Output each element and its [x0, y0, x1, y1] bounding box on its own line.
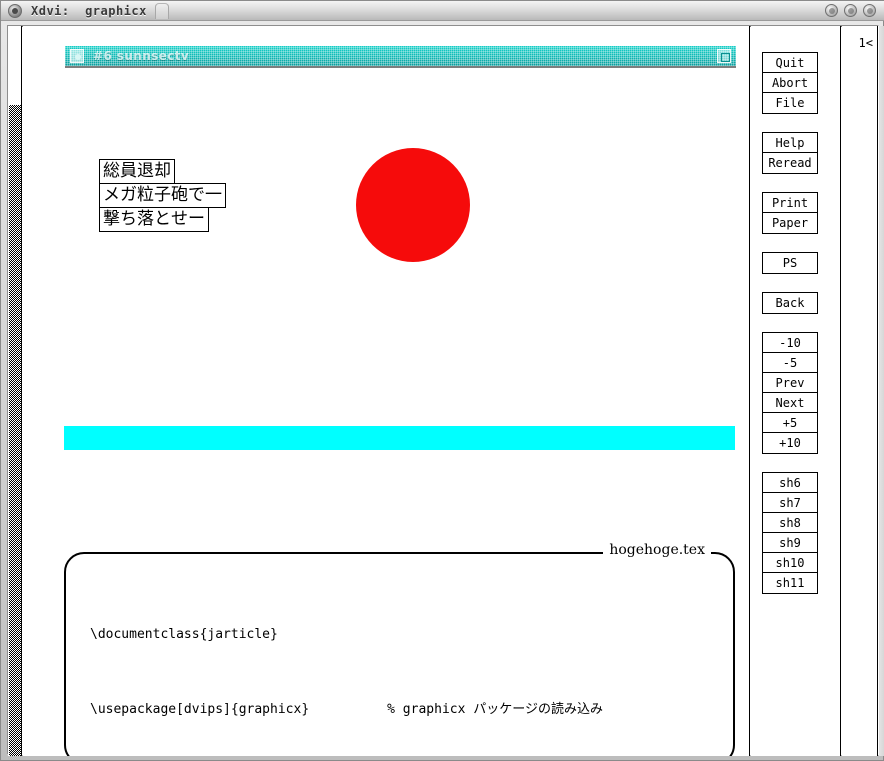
shrink-11-button[interactable]: sh11 — [763, 573, 817, 593]
close-button[interactable] — [863, 4, 876, 17]
red-circle-graphic — [356, 148, 470, 262]
button-group-navigation: -10 -5 Prev Next +5 +10 — [762, 332, 818, 454]
reread-button[interactable]: Reread — [763, 153, 817, 173]
page-plus-10-button[interactable]: +10 — [763, 433, 817, 453]
page-list-panel[interactable]: 1< — [842, 26, 878, 756]
client-area: #6 sunnsectv 総員退却 メガ粒子砲で一 撃ち落とせー hogehog… — [7, 25, 884, 756]
code-text: \usepackage[dvips]{graphicx} — [90, 702, 310, 717]
code-comment: % graphicx パッケージの読み込み — [387, 702, 603, 717]
window-titlebar[interactable]: Xdvi: graphicx — [1, 1, 884, 21]
dvi-page-canvas[interactable]: #6 sunnsectv 総員退却 メガ粒子砲で一 撃ち落とせー hogehog… — [23, 26, 750, 756]
code-line: \usepackage[dvips]{graphicx} % graphicx パ… — [90, 697, 603, 722]
shrink-6-button[interactable]: sh6 — [763, 473, 817, 493]
prev-page-button[interactable]: Prev — [763, 373, 817, 393]
window-right-edge — [879, 26, 884, 756]
file-button[interactable]: File — [763, 93, 817, 113]
latex-code-listing: \documentclass{jarticle} \usepackage[dvi… — [90, 572, 603, 756]
button-group-help: Help Reread — [762, 132, 818, 174]
code-box-filename-label: hogehoge.tex — [603, 542, 711, 558]
pagelist-scrollbar[interactable] — [828, 26, 841, 756]
shrink-10-button[interactable]: sh10 — [763, 553, 817, 573]
window-title: Xdvi: graphicx — [31, 3, 147, 18]
rendered-close-icon — [717, 49, 731, 63]
page-plus-5-button[interactable]: +5 — [763, 413, 817, 433]
button-group-print: Print Paper — [762, 192, 818, 234]
print-button[interactable]: Print — [763, 193, 817, 213]
quit-button[interactable]: Quit — [763, 53, 817, 73]
rendered-window-title-text: #6 sunnsectv — [93, 49, 190, 63]
app-circle-icon — [8, 3, 22, 18]
latex-source-box: hogehoge.tex \documentclass{jarticle} \u… — [64, 542, 735, 756]
rendered-window-titlebar: #6 sunnsectv — [65, 46, 736, 68]
page-list-item-1[interactable]: 1< — [859, 36, 873, 50]
minimize-button[interactable] — [825, 4, 838, 17]
button-group-back: Back — [762, 292, 818, 314]
xdvi-button-panel: Quit Abort File Help Reread Print Paper … — [756, 26, 828, 756]
maximize-button[interactable] — [844, 4, 857, 17]
paper-button[interactable]: Paper — [763, 213, 817, 233]
ps-button[interactable]: PS — [763, 253, 817, 273]
cyan-bar-graphic — [64, 426, 735, 450]
japanese-line-row: 総員退却 — [99, 159, 226, 184]
button-group-ps: PS — [762, 252, 818, 274]
scrollbar-thumb[interactable] — [9, 105, 21, 756]
xdvi-window: Xdvi: graphicx #6 sunnsectv 総員退却 メガ粒子砲で一 — [0, 0, 884, 761]
code-text: \documentclass{jarticle} — [90, 627, 278, 642]
japanese-line: 撃ち落とせー — [99, 207, 209, 232]
shrink-8-button[interactable]: sh8 — [763, 513, 817, 533]
japanese-line-row: メガ粒子砲で一 — [99, 183, 226, 208]
titlebar-tab-decoration — [154, 2, 169, 19]
next-page-button[interactable]: Next — [763, 393, 817, 413]
japanese-line: メガ粒子砲で一 — [99, 183, 226, 208]
japanese-line-row: 撃ち落とせー — [99, 207, 226, 232]
japanese-text-block: 総員退却 メガ粒子砲で一 撃ち落とせー — [99, 159, 226, 232]
japanese-line: 総員退却 — [99, 159, 175, 184]
window-controls — [825, 4, 876, 17]
abort-button[interactable]: Abort — [763, 73, 817, 93]
back-button[interactable]: Back — [763, 293, 817, 313]
button-group-file: Quit Abort File — [762, 52, 818, 114]
button-group-shrink: sh6 sh7 sh8 sh9 sh10 sh11 — [762, 472, 818, 594]
help-button[interactable]: Help — [763, 133, 817, 153]
shrink-7-button[interactable]: sh7 — [763, 493, 817, 513]
page-minus-10-button[interactable]: -10 — [763, 333, 817, 353]
page-minus-5-button[interactable]: -5 — [763, 353, 817, 373]
code-line: \documentclass{jarticle} — [90, 622, 603, 647]
window-menu-icon — [70, 49, 84, 63]
shrink-9-button[interactable]: sh9 — [763, 533, 817, 553]
vertical-scrollbar-left[interactable] — [8, 26, 22, 756]
